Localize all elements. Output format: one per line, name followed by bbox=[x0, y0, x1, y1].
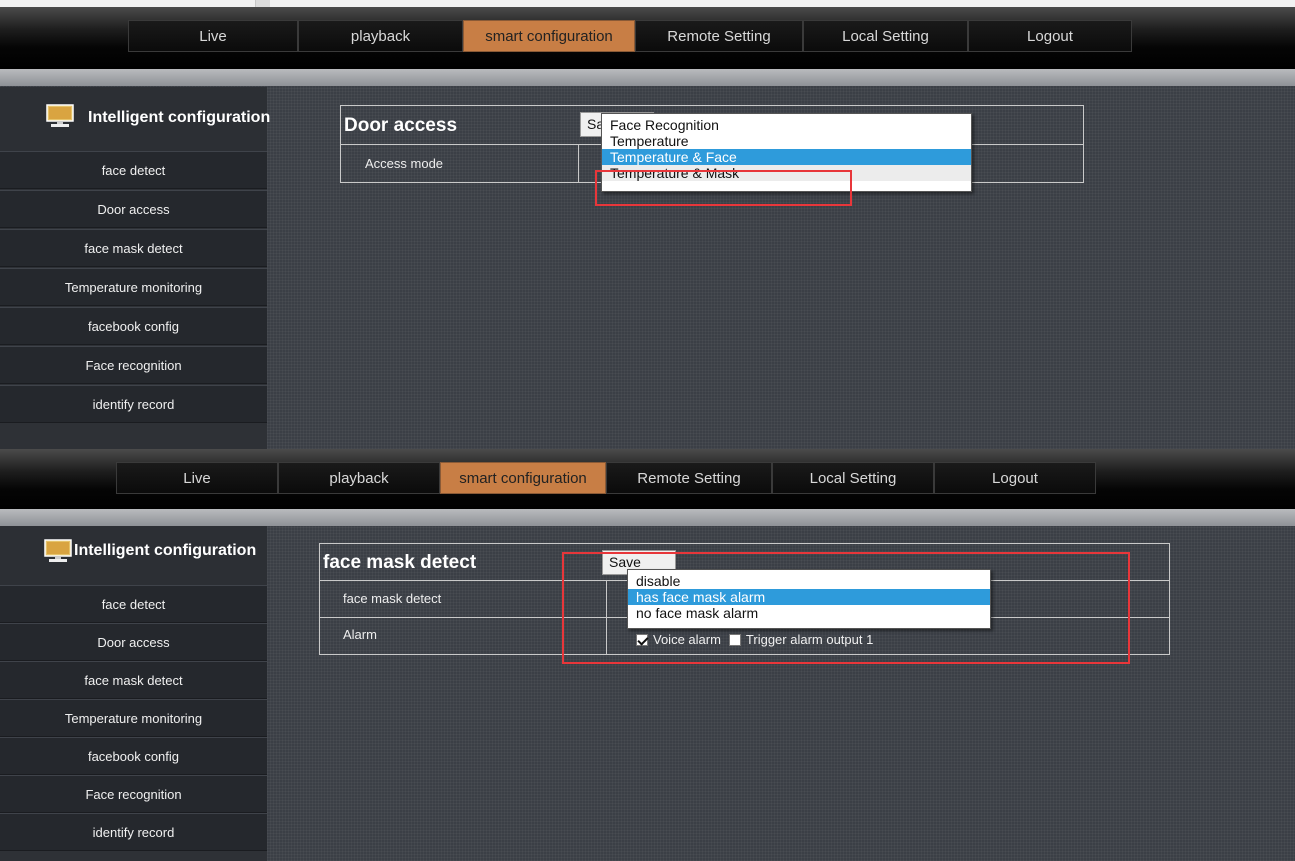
page-title: face mask detect bbox=[323, 552, 477, 573]
nav-logout[interactable]: Logout bbox=[968, 20, 1132, 52]
sidebar-item-facebook-config[interactable]: facebook config bbox=[0, 307, 267, 345]
nav-smart-configuration[interactable]: smart configuration bbox=[440, 462, 606, 494]
sidebar-item-identify-record[interactable]: identify record bbox=[0, 385, 267, 423]
dropdown-option-highlighted[interactable]: Temperature & Face bbox=[602, 149, 971, 165]
sidebar-item-temperature-monitoring[interactable]: Temperature monitoring bbox=[0, 268, 267, 306]
sidebar-item-face-detect[interactable]: face detect bbox=[0, 151, 267, 189]
nav-smart-configuration[interactable]: smart configuration bbox=[463, 20, 635, 52]
sidebar-item-temperature-monitoring[interactable]: Temperature monitoring bbox=[0, 699, 267, 737]
sidebar-item-face-mask-detect[interactable]: face mask detect bbox=[0, 661, 267, 699]
nav-remote-setting[interactable]: Remote Setting bbox=[635, 20, 803, 52]
top-navbar: Live playback smart configuration Remote… bbox=[0, 7, 1295, 69]
sidebar-header: Intelligent configuration bbox=[0, 87, 271, 151]
nav-local-setting[interactable]: Local Setting bbox=[803, 20, 968, 52]
sidebar-item-door-access[interactable]: Door access bbox=[0, 190, 267, 228]
access-mode-label: Access mode bbox=[365, 156, 444, 171]
panel-face-mask-detect: Live playback smart configuration Remote… bbox=[0, 449, 1295, 861]
sidebar-item-face-detect[interactable]: face detect bbox=[0, 585, 267, 623]
top-strip bbox=[0, 0, 1295, 7]
face-mask-detect-label: face mask detect bbox=[343, 591, 442, 606]
sidebar-title: Intelligent configuration bbox=[88, 109, 271, 126]
nav-live[interactable]: Live bbox=[128, 20, 298, 52]
top-navbar: Live playback smart configuration Remote… bbox=[0, 449, 1295, 511]
sidebar-title: Intelligent configuration bbox=[74, 542, 257, 559]
monitor-icon bbox=[44, 539, 72, 562]
sidebar-item-face-mask-detect[interactable]: face mask detect bbox=[0, 229, 267, 267]
gray-separator bbox=[0, 69, 1295, 86]
dropdown-option[interactable]: Temperature bbox=[602, 133, 971, 149]
page-title: Door access bbox=[344, 115, 458, 136]
monitor-icon bbox=[46, 104, 74, 127]
gray-separator bbox=[0, 509, 1295, 526]
panel-door-access: Live playback smart configuration Remote… bbox=[0, 0, 1295, 449]
sidebar-item-face-recognition[interactable]: Face recognition bbox=[0, 775, 267, 813]
nav-playback[interactable]: playback bbox=[278, 462, 440, 494]
sidebar: Intelligent configuration face detect Do… bbox=[0, 87, 271, 449]
sidebar-header: Intelligent configuration bbox=[0, 526, 267, 590]
nav-remote-setting[interactable]: Remote Setting bbox=[606, 462, 772, 494]
sidebar-item-facebook-config[interactable]: facebook config bbox=[0, 737, 267, 775]
nav-playback[interactable]: playback bbox=[298, 20, 463, 52]
sidebar-item-door-access[interactable]: Door access bbox=[0, 623, 267, 661]
annotation-box bbox=[562, 552, 1130, 664]
sidebar: Intelligent configuration face detect Do… bbox=[0, 526, 267, 861]
alarm-label: Alarm bbox=[343, 627, 377, 642]
sidebar-item-identify-record[interactable]: identify record bbox=[0, 813, 267, 851]
nav-live[interactable]: Live bbox=[116, 462, 278, 494]
nav-local-setting[interactable]: Local Setting bbox=[772, 462, 934, 494]
form-col-divider bbox=[578, 144, 579, 183]
sidebar-item-face-recognition[interactable]: Face recognition bbox=[0, 346, 267, 384]
annotation-box bbox=[595, 170, 852, 206]
dropdown-option[interactable]: Face Recognition bbox=[602, 117, 971, 133]
nav-logout[interactable]: Logout bbox=[934, 462, 1096, 494]
